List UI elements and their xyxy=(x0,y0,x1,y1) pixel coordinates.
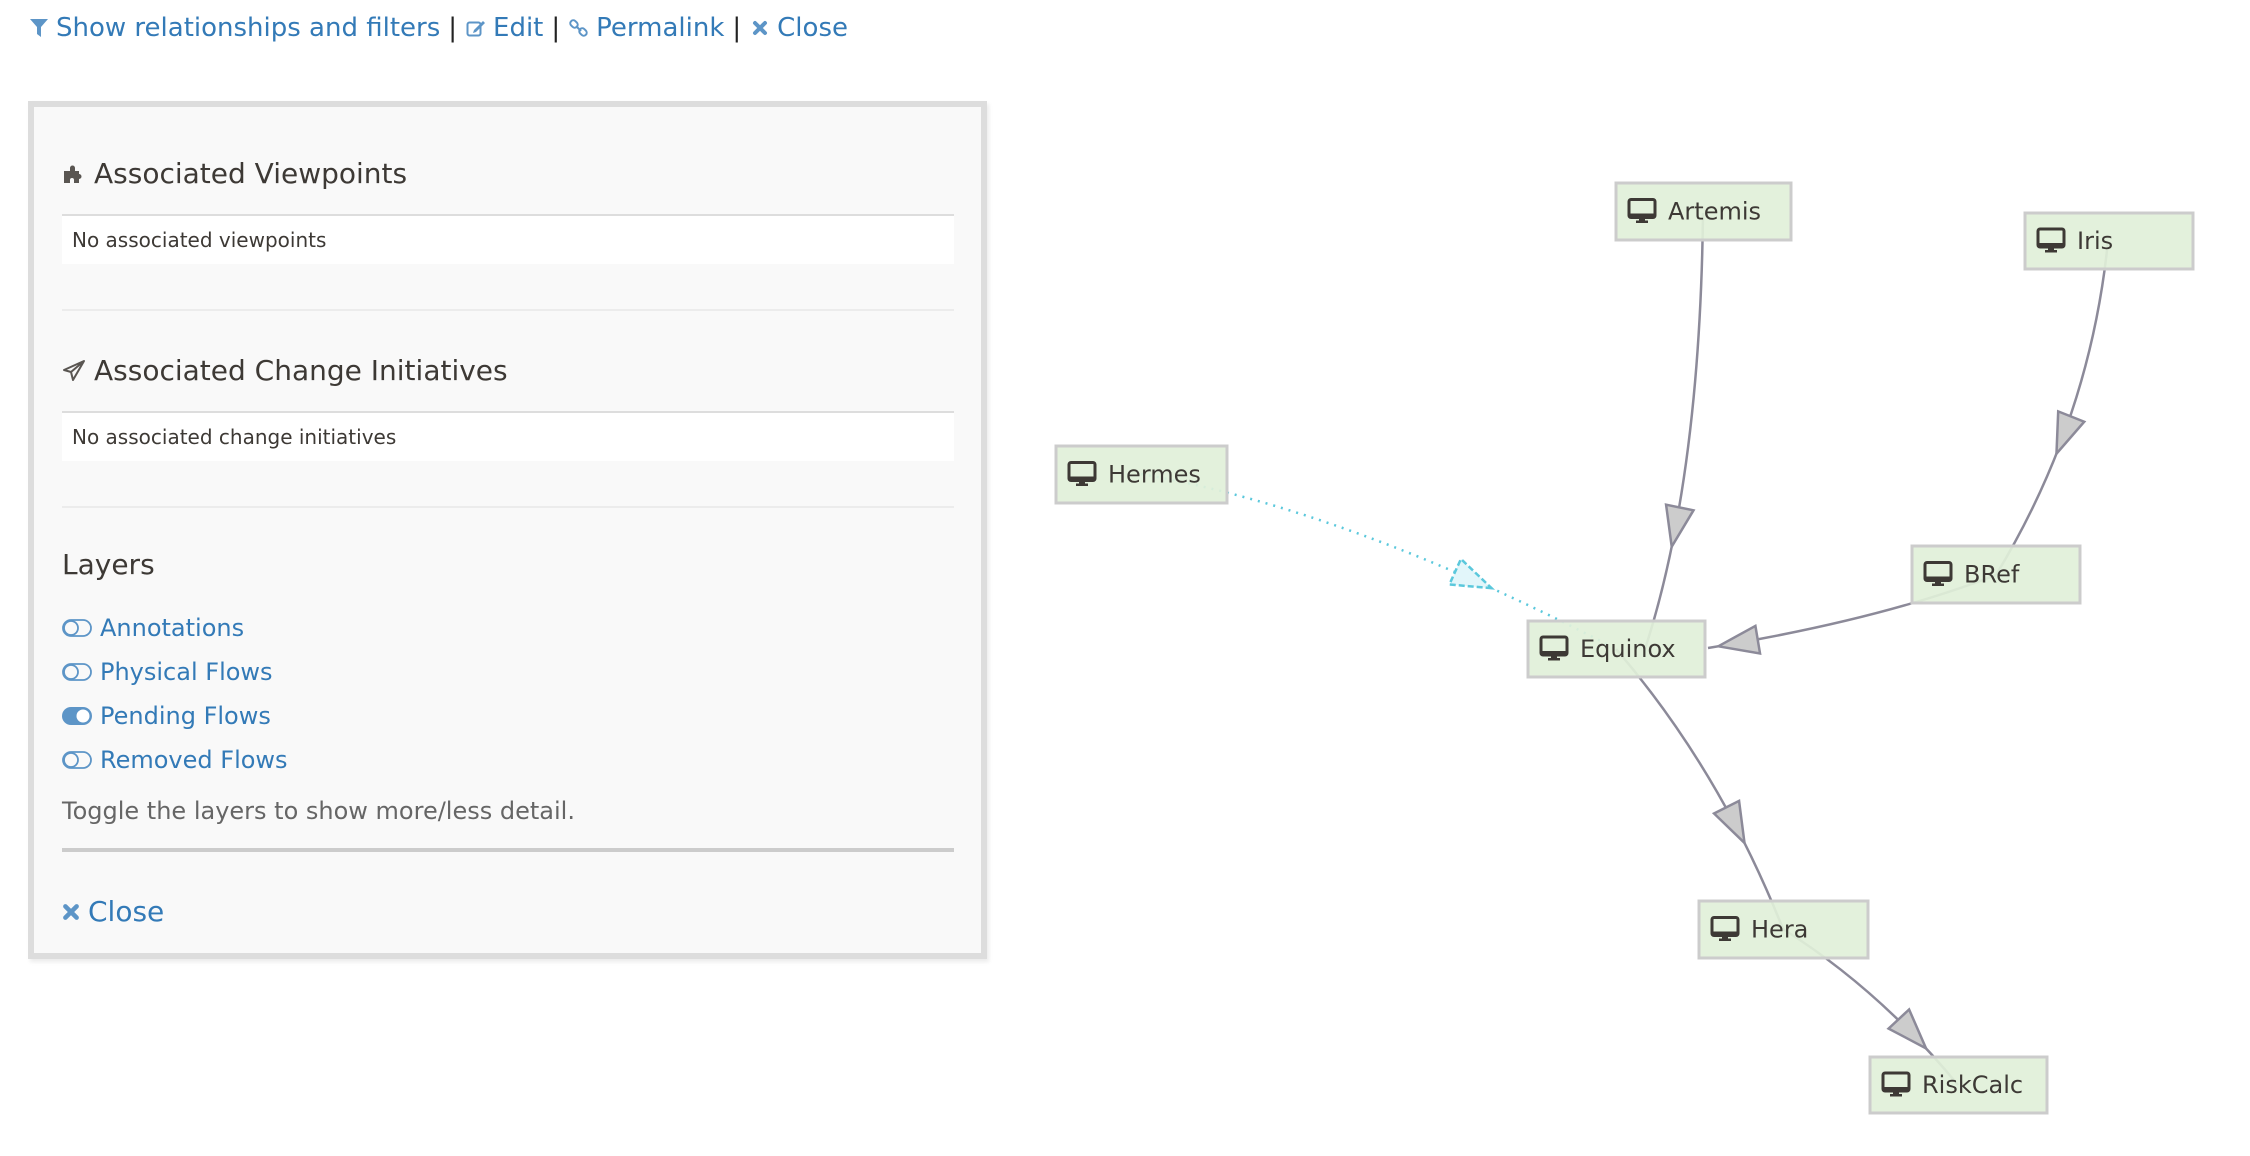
panel-close-button[interactable]: Close xyxy=(62,895,164,928)
app-node-hermes[interactable]: Hermes xyxy=(1054,444,1229,505)
layer-toggle-annotations[interactable]: Annotations xyxy=(62,613,244,643)
divider xyxy=(62,309,954,311)
node-label: Hera xyxy=(1751,916,1808,944)
close-label: Close xyxy=(777,13,848,43)
viewpoints-empty-box: No associated viewpoints xyxy=(62,214,954,264)
layers-heading: Layers xyxy=(62,548,155,581)
arrow-head xyxy=(1711,799,1747,847)
layer-label: Annotations xyxy=(100,614,245,642)
node-label: BRef xyxy=(1964,561,2020,589)
node-label: Iris xyxy=(2077,227,2113,255)
permalink-label: Permalink xyxy=(596,13,725,43)
permalink-link[interactable]: Permalink xyxy=(568,13,724,43)
change-initiatives-empty-text: No associated change initiatives xyxy=(72,425,397,449)
toggle-on-icon xyxy=(62,707,92,725)
change-initiatives-heading: Associated Change Initiatives xyxy=(62,354,508,387)
flow-line[interactable] xyxy=(1994,240,2110,576)
show-relationships-link[interactable]: Show relationships and filters xyxy=(28,13,440,43)
viewpoints-heading: Associated Viewpoints xyxy=(62,157,407,190)
edit-label: Edit xyxy=(493,13,544,43)
details-panel: Associated Viewpoints No associated view… xyxy=(28,101,987,959)
app-node-hera[interactable]: Hera xyxy=(1697,899,1870,960)
layer-label: Removed Flows xyxy=(100,746,288,774)
separator: | xyxy=(448,13,458,43)
node-label: RiskCalc xyxy=(1922,1071,2023,1099)
show-relationships-label: Show relationships and filters xyxy=(56,13,441,43)
viewpoints-empty-text: No associated viewpoints xyxy=(72,228,327,252)
app-node-artemis[interactable]: Artemis xyxy=(1614,181,1793,242)
layers-hint: Toggle the layers to show more/less deta… xyxy=(62,797,575,825)
arrow-head xyxy=(1447,556,1496,590)
node-label: Equinox xyxy=(1580,635,1676,663)
edit-icon xyxy=(465,17,487,39)
change-initiatives-title: Associated Change Initiatives xyxy=(94,354,508,387)
layers-title: Layers xyxy=(62,548,155,581)
separator: | xyxy=(551,13,561,43)
app-node-equinox[interactable]: Equinox xyxy=(1526,619,1707,679)
filter-icon xyxy=(28,17,50,39)
flow-line[interactable] xyxy=(1643,212,1705,650)
puzzle-icon xyxy=(62,162,86,186)
viewpoints-title: Associated Viewpoints xyxy=(94,157,408,190)
flow-edge-equinox-hera[interactable] xyxy=(1615,648,1785,930)
panel-close-label: Close xyxy=(88,895,165,928)
app-node-bref[interactable]: BRef xyxy=(1910,544,2082,605)
node-label: Hermes xyxy=(1108,461,1201,489)
app-node-riskcalc[interactable]: RiskCalc xyxy=(1868,1055,2049,1115)
layer-toggle-physical-flows[interactable]: Physical Flows xyxy=(62,657,273,687)
arrow-head xyxy=(1664,503,1696,551)
divider xyxy=(62,506,954,508)
layer-toggle-pending-flows[interactable]: Pending Flows xyxy=(62,701,271,731)
separator: | xyxy=(732,13,742,43)
close-icon xyxy=(62,903,80,921)
edit-link[interactable]: Edit xyxy=(465,13,543,43)
close-icon xyxy=(749,17,771,39)
close-link[interactable]: Close xyxy=(749,13,848,43)
paper-plane-icon xyxy=(62,359,86,383)
node-label: Artemis xyxy=(1668,198,1761,226)
layer-label: Pending Flows xyxy=(100,702,271,730)
layer-toggle-removed-flows[interactable]: Removed Flows xyxy=(62,745,288,775)
toggle-off-icon xyxy=(62,663,92,681)
flow-line[interactable] xyxy=(1615,648,1785,930)
link-icon xyxy=(568,17,590,39)
flow-edge-artemis-equinox[interactable] xyxy=(1643,212,1705,650)
change-initiatives-empty-box: No associated change initiatives xyxy=(62,411,954,461)
toggle-off-icon xyxy=(62,619,92,637)
arrow-head xyxy=(1714,623,1762,656)
app-node-iris[interactable]: Iris xyxy=(2023,211,2195,271)
action-bar: Show relationships and filters | Edit | … xyxy=(28,8,848,48)
layer-label: Physical Flows xyxy=(100,658,273,686)
arrow-head xyxy=(2055,409,2087,458)
flow-edge-iris-bref[interactable] xyxy=(1994,240,2110,576)
divider xyxy=(62,848,954,852)
toggle-off-icon xyxy=(62,751,92,769)
